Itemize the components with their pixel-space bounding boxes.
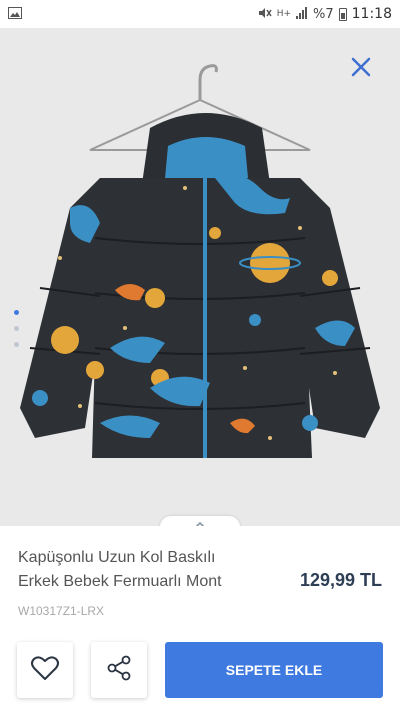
add-to-cart-button[interactable]: SEPETE EKLE [165,642,383,698]
status-left [8,6,22,22]
mute-icon [258,7,272,22]
gallery-dot[interactable] [14,326,19,331]
signal-icon [296,6,308,22]
share-button[interactable] [91,642,147,698]
chevron-up-icon [192,518,208,526]
network-type-label: H+ [276,9,292,19]
battery-percent: %7 [313,6,334,22]
product-title-line2: Erkek Bebek Fermuarlı Mont [18,573,222,590]
product-price: 129,99 TL [299,570,382,590]
status-right: H+ %7 11:18 [258,6,392,22]
gallery-pagination [14,310,19,347]
close-icon[interactable] [346,52,376,82]
gallery-dot[interactable] [14,342,19,347]
product-image-gallery[interactable] [0,28,400,526]
product-title: Kapüşonlu Uzun Kol Baskılı Erkek Bebek F… [18,546,278,594]
product-title-line1: Kapüşonlu Uzun Kol Baskılı [18,549,216,566]
clock-time: 11:18 [351,6,392,22]
product-info: Kapüşonlu Uzun Kol Baskılı Erkek Bebek F… [0,526,400,636]
heart-icon [30,654,60,687]
favorite-button[interactable] [17,642,73,698]
share-icon [105,654,133,687]
status-bar: H+ %7 11:18 [0,0,400,28]
image-notification-icon [8,6,22,22]
product-sku: W10317Z1-LRX [18,604,105,618]
expand-details-handle[interactable] [160,516,240,526]
action-bar: SEPETE EKLE [0,636,400,711]
battery-icon [338,7,347,21]
product-image [20,64,380,458]
gallery-dot-active[interactable] [14,310,19,315]
